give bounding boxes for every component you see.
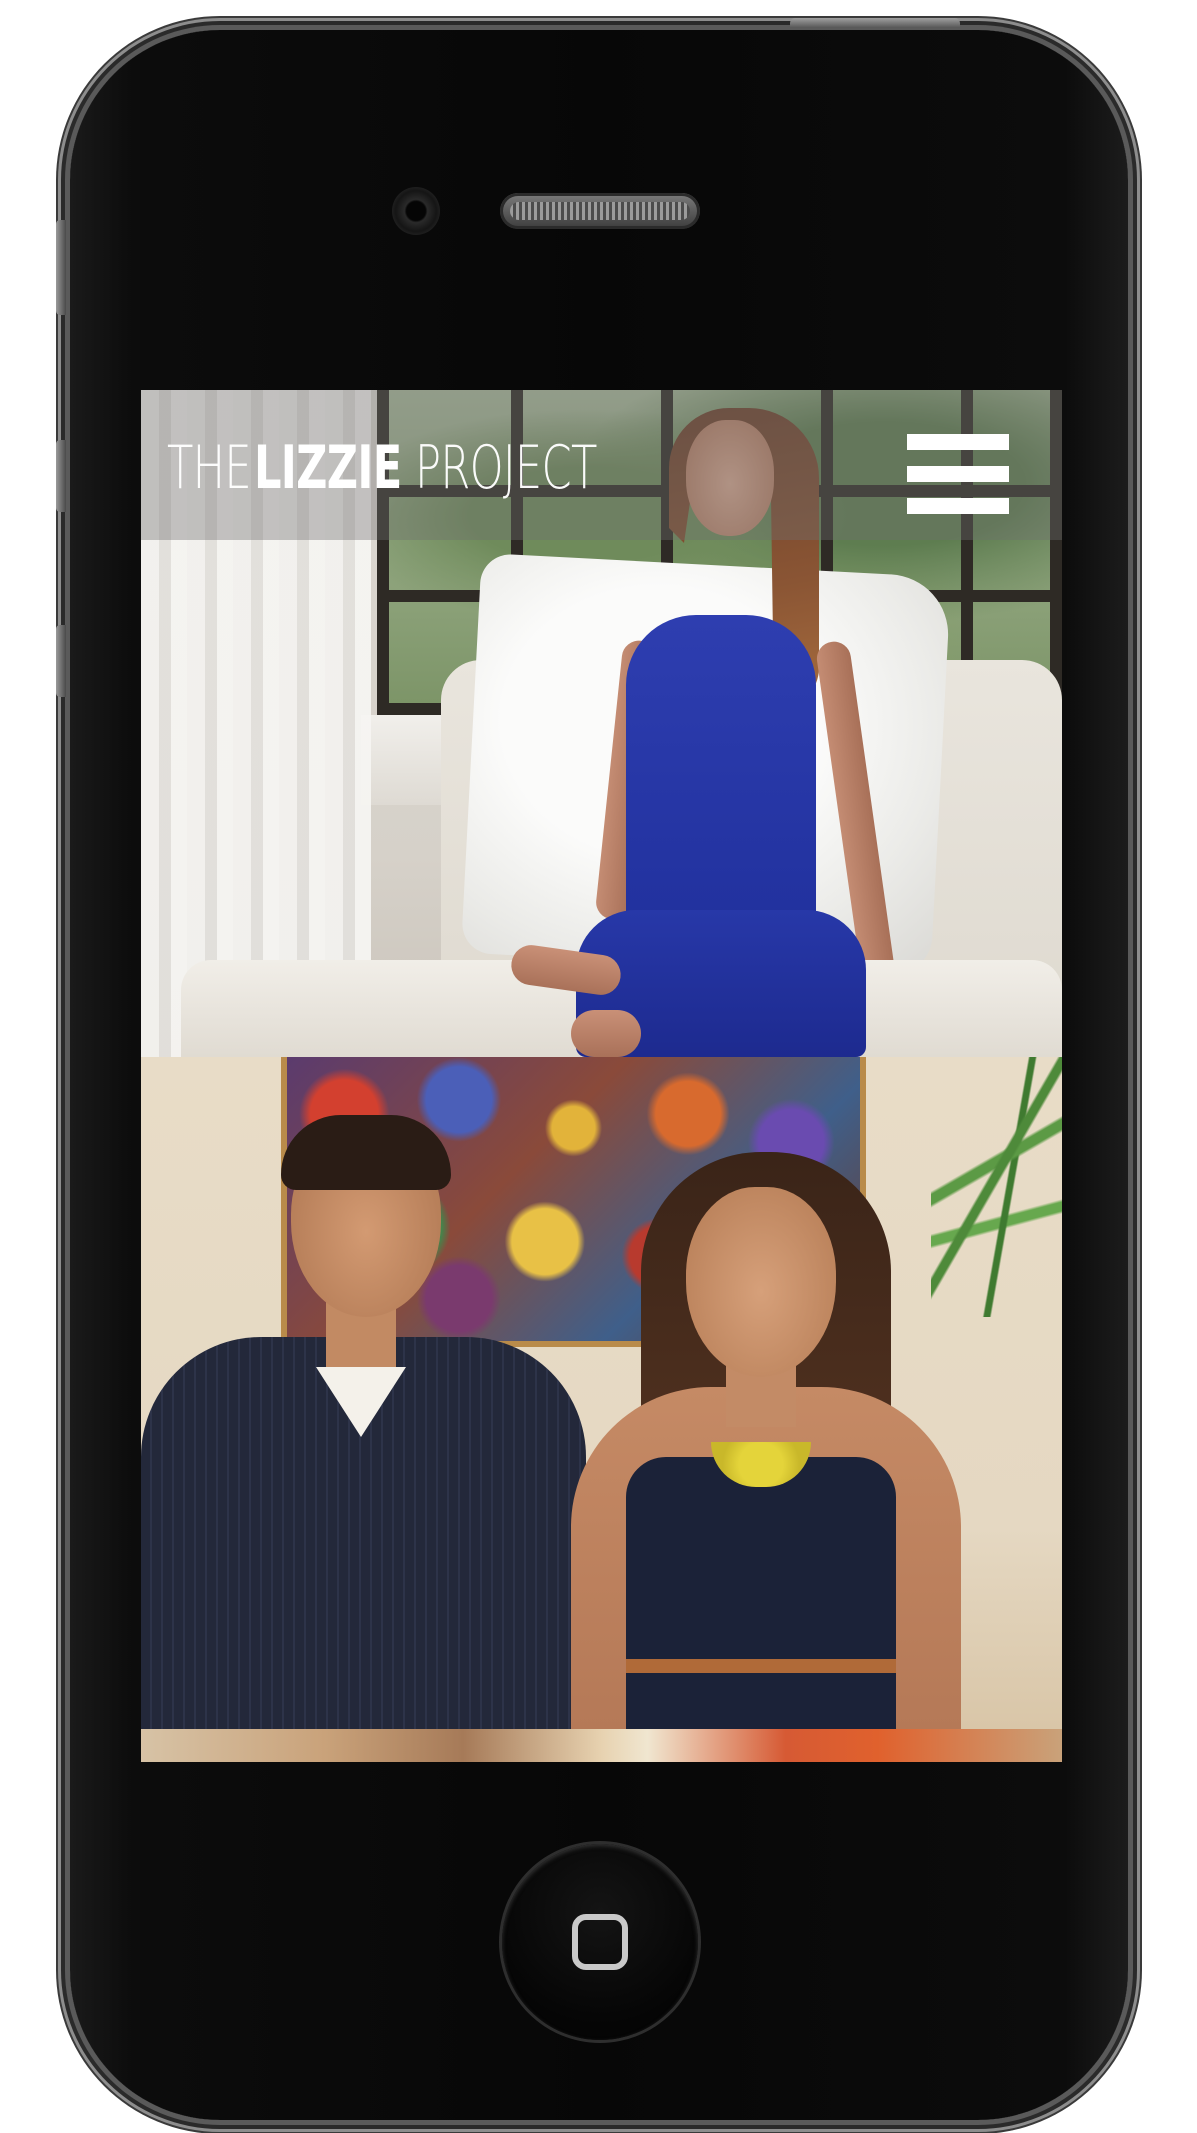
menu-bar	[907, 434, 1009, 450]
earpiece-speaker	[500, 193, 700, 229]
home-button[interactable]	[502, 1844, 698, 2040]
site-logo[interactable]: THELIZZIE PROJECT	[167, 428, 667, 508]
volume-up-button	[56, 440, 66, 512]
power-button	[790, 18, 960, 28]
home-square-icon	[572, 1914, 628, 1970]
leg	[571, 1010, 641, 1057]
menu-bar	[907, 498, 1009, 514]
menu-bar	[907, 466, 1009, 482]
hair	[281, 1115, 451, 1190]
hamburger-menu-icon[interactable]	[907, 434, 1009, 514]
logo-prefix: THE	[167, 433, 252, 503]
belt	[626, 1659, 896, 1673]
logo-suffix: PROJECT	[414, 433, 597, 503]
mockup-stage: THELIZZIE PROJECT	[0, 0, 1197, 2133]
face	[686, 1187, 836, 1377]
volume-down-button	[56, 625, 66, 697]
navy-dress	[626, 1457, 896, 1729]
mute-switch	[56, 220, 66, 315]
front-camera	[392, 187, 440, 235]
logo-name: LIZZIE	[253, 433, 402, 503]
plant	[931, 1057, 1062, 1317]
phone-screen: THELIZZIE PROJECT	[141, 390, 1062, 1762]
site-header: THELIZZIE PROJECT	[141, 390, 1062, 540]
couple-photo	[141, 1057, 1062, 1729]
next-photo-strip	[141, 1729, 1062, 1762]
